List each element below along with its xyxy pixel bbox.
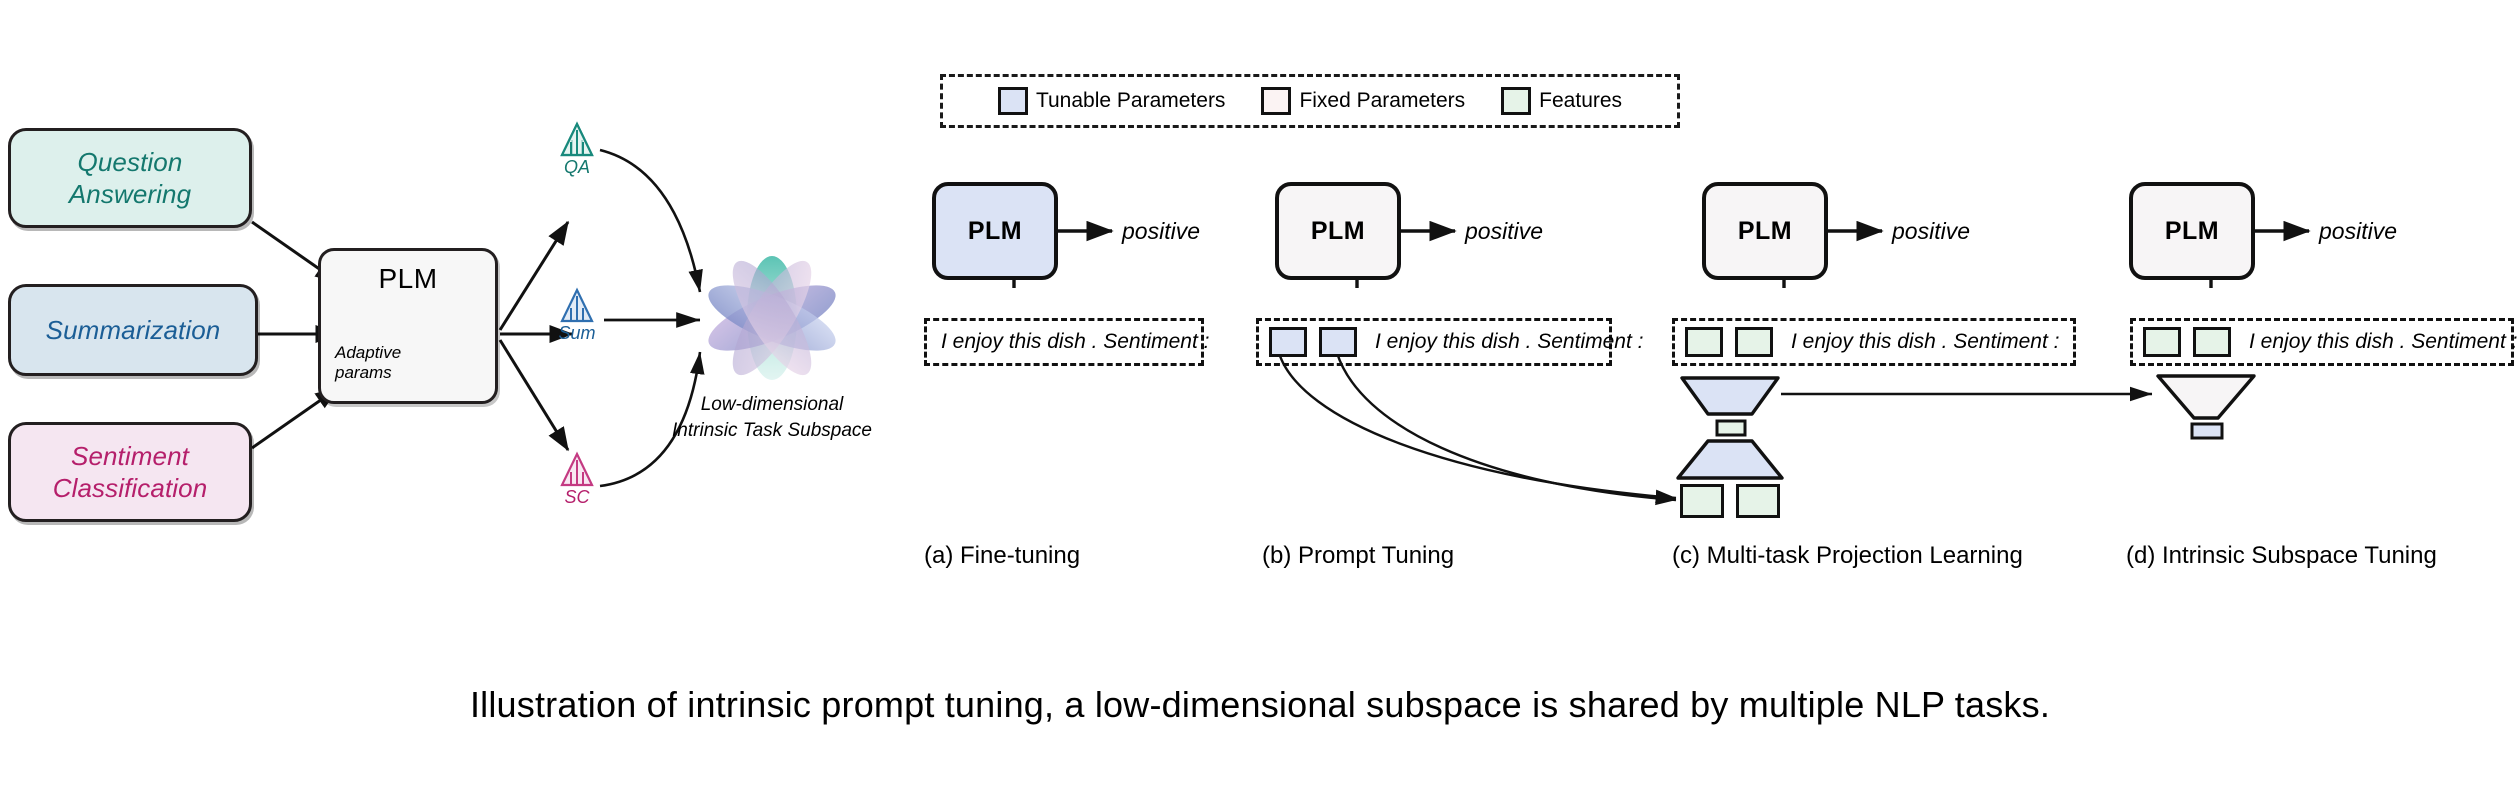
output-label-b: positive	[1465, 218, 1543, 244]
prompt-token-b-2[interactable]	[1319, 327, 1357, 357]
output-label-d: positive	[2319, 218, 2397, 244]
feature-token-c-bottom-2[interactable]	[1736, 484, 1780, 518]
input-box-a: I enjoy this dish . Sentiment :	[924, 318, 1209, 366]
panel-caption-c: (c) Multi-task Projection Learning	[1672, 542, 2023, 569]
legend-swatch-fixed-icon	[1261, 87, 1292, 115]
intrinsic-funnel	[2156, 374, 2256, 420]
subspace-caption-line1: Low-dimensional	[700, 394, 844, 415]
feature-token-c-1[interactable]	[1685, 327, 1723, 357]
output-label-a: positive	[1122, 218, 1200, 244]
legend-label-features: Features	[1539, 89, 1623, 112]
task-box-summarization[interactable]: Summarization	[8, 284, 258, 376]
prompt-triangle-sc	[560, 451, 594, 487]
plm-box-b[interactable]: PLM	[1275, 182, 1401, 280]
legend-label-fixed: Fixed Parameters	[1299, 89, 1466, 112]
adaptive-params-label: Adaptive params	[335, 343, 401, 382]
plm-title: PLM	[378, 263, 438, 294]
intrinsic-subspace-flower	[708, 256, 836, 380]
subspace-caption-line2: Intrinsic Task Subspace	[672, 419, 872, 441]
legend-item-tunable: Tunable Parameters	[997, 87, 1226, 115]
panel-caption-b: (b) Prompt Tuning	[1262, 542, 1455, 569]
bottleneck-box-d	[2190, 422, 2224, 440]
projection-down-trapezoid	[1676, 439, 1784, 480]
legend-swatch-features-icon	[1501, 87, 1532, 115]
prompt-label-qa: QA	[563, 157, 590, 177]
panel-caption-a: (a) Fine-tuning	[924, 542, 1081, 569]
bottleneck-box-c	[1715, 419, 1747, 437]
prompt-triangle-sum	[560, 287, 594, 323]
task-box-question-answering[interactable]: Question Answering	[8, 128, 252, 228]
adaptive-params-line1: Adaptive	[335, 343, 402, 362]
figure-caption: Illustration of intrinsic prompt tuning,…	[469, 684, 2051, 725]
plm-box-c[interactable]: PLM	[1702, 182, 1828, 280]
input-text-a: I enjoy this dish . Sentiment :	[941, 330, 1210, 353]
input-box-d: I enjoy this dish . Sentiment :	[2130, 318, 2518, 366]
task-label-line1: Sentiment	[71, 440, 189, 471]
task-label-line2: Classification	[52, 473, 208, 503]
task-label-line1: Question	[77, 146, 183, 177]
projection-up-trapezoid	[1680, 376, 1780, 416]
output-label-c: positive	[1892, 218, 1970, 244]
input-text-b: I enjoy this dish . Sentiment :	[1375, 330, 1644, 353]
input-box-b: I enjoy this dish . Sentiment :	[1256, 318, 1643, 366]
input-text-c: I enjoy this dish . Sentiment :	[1791, 330, 2060, 353]
prompt-token-b-1[interactable]	[1269, 327, 1307, 357]
legend-label-tunable: Tunable Parameters	[1035, 89, 1226, 112]
task-label-line2: Answering	[68, 179, 192, 209]
plm-box-left[interactable]: PLM Adaptive params	[318, 248, 498, 404]
adaptive-params-line2: params	[335, 362, 392, 382]
prompt-triangle-qa	[560, 121, 594, 157]
prompt-label-sc: SC	[564, 487, 590, 507]
plm-box-a[interactable]: PLM	[932, 182, 1058, 280]
feature-token-d-2[interactable]	[2193, 327, 2231, 357]
legend: Tunable Parameters Fixed Parameters Feat…	[940, 74, 1680, 128]
plm-box-d[interactable]: PLM	[2129, 182, 2255, 280]
task-label-line1: Summarization	[45, 314, 221, 345]
input-box-c: I enjoy this dish . Sentiment :	[1672, 318, 2076, 366]
legend-item-fixed: Fixed Parameters	[1261, 87, 1465, 115]
feature-token-d-1[interactable]	[2143, 327, 2181, 357]
legend-swatch-tunable-icon	[997, 87, 1028, 115]
subspace-caption: Low-dimensional Intrinsic Task Subspace	[642, 392, 902, 443]
prompt-label-sum: Sum	[558, 323, 596, 343]
feature-token-c-2[interactable]	[1735, 327, 1773, 357]
legend-item-features: Features	[1501, 87, 1622, 115]
input-text-d: I enjoy this dish . Sentiment :	[2249, 330, 2518, 353]
panel-caption-d: (d) Intrinsic Subspace Tuning	[2126, 542, 2437, 569]
figure-root: Question Answering Summarization Sentime…	[0, 0, 2520, 804]
feature-token-c-bottom-1[interactable]	[1680, 484, 1724, 518]
task-box-sentiment-classification[interactable]: Sentiment Classification	[8, 422, 252, 522]
